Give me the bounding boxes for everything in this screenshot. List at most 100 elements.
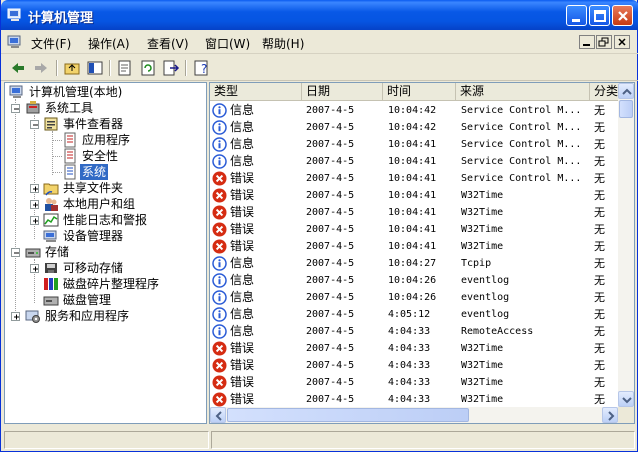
event-row[interactable]: 错误 2007-4-5 10:04:41 W32Time 无 (210, 221, 618, 238)
up-folder-icon[interactable] (63, 59, 81, 77)
console-tree[interactable]: 计算机管理(本地) 系统工具 事件查看器 应用程序 安全性 系统 共享文件夹 本… (4, 82, 207, 424)
column-header-type[interactable]: 类型 (210, 83, 302, 101)
tree-item-system-log[interactable]: 系统 (62, 164, 192, 180)
event-row[interactable]: 错误 2007-4-5 4:04:33 W32Time 无 (210, 374, 618, 391)
event-source: Service Control M... (461, 156, 582, 167)
vertical-scroll-thumb[interactable] (619, 100, 633, 118)
show-tree-icon[interactable] (86, 59, 104, 77)
expand-toggle[interactable] (30, 184, 39, 193)
status-bar (1, 428, 637, 450)
event-row[interactable]: 信息 2007-4-5 10:04:27 Tcpip 无 (210, 255, 618, 272)
event-time: 10:04:26 (388, 292, 437, 303)
vertical-scrollbar[interactable] (618, 83, 634, 407)
event-row[interactable]: 信息 2007-4-5 4:05:12 eventlog 无 (210, 306, 618, 323)
event-row[interactable]: 信息 2007-4-5 4:04:33 RemoteAccess 无 (210, 323, 618, 340)
event-source: W32Time (461, 224, 504, 235)
mdi-restore-button[interactable] (596, 35, 612, 49)
tree-item-computer-management[interactable]: 计算机管理(本地) (9, 84, 199, 100)
event-row[interactable]: 错误 2007-4-5 10:04:41 W32Time 无 (210, 187, 618, 204)
tree-item-event-viewer[interactable]: 事件查看器 (43, 116, 193, 132)
tree-item-device-manager[interactable]: 设备管理器 (43, 228, 193, 244)
event-time: 10:04:41 (388, 190, 437, 201)
horizontal-scrollbar[interactable] (210, 407, 618, 423)
title-bar[interactable]: 计算机管理 (1, 0, 638, 30)
tree-item-shared-folders[interactable]: 共享文件夹 (43, 180, 193, 196)
scroll-corner (618, 407, 634, 423)
event-list[interactable]: 类型 日期 时间 来源 分类 信息 2007-4-5 10:04:42 Service… (209, 82, 635, 424)
column-header-source[interactable]: 来源 (456, 83, 590, 101)
collapse-toggle[interactable] (30, 120, 39, 129)
event-row[interactable]: 错误 2007-4-5 10:04:41 W32Time 无 (210, 204, 618, 221)
forward-icon[interactable] (32, 59, 50, 77)
maximize-button[interactable] (589, 5, 610, 26)
tree-item-storage[interactable]: 存储 (25, 244, 195, 260)
event-time: 10:04:41 (388, 156, 437, 167)
scroll-down-button[interactable] (618, 391, 634, 407)
event-date: 2007-4-5 (306, 275, 355, 286)
defrag-icon (44, 278, 58, 290)
event-row[interactable]: 信息 2007-4-5 10:04:26 eventlog 无 (210, 289, 618, 306)
horizontal-scroll-thumb[interactable] (227, 408, 469, 422)
event-category: 无 (594, 325, 605, 338)
tree-item-services-applications[interactable]: 服务和应用程序 (25, 308, 195, 324)
info-icon (212, 256, 227, 271)
tree-item-security-log[interactable]: 安全性 (62, 148, 192, 164)
scroll-up-button[interactable] (618, 83, 634, 99)
scroll-left-button[interactable] (210, 407, 226, 423)
menu-file[interactable]: 文件(F) (31, 35, 71, 52)
column-header-time[interactable]: 时间 (383, 83, 456, 101)
mdi-close-button[interactable] (614, 35, 630, 49)
refresh-icon[interactable] (139, 59, 157, 77)
tree-item-system-tools[interactable]: 系统工具 (25, 100, 195, 116)
tree-item-local-users[interactable]: 本地用户和组 (43, 196, 193, 212)
minimize-button[interactable] (566, 5, 587, 26)
event-row[interactable]: 错误 2007-4-5 4:04:33 W32Time 无 (210, 391, 618, 408)
tree-item-application-log[interactable]: 应用程序 (62, 132, 192, 148)
event-time: 10:04:41 (388, 224, 437, 235)
tree-item-removable-storage[interactable]: 可移动存储 (43, 260, 193, 276)
event-row[interactable]: 信息 2007-4-5 10:04:41 Service Control M... 无 (210, 153, 618, 170)
menu-action[interactable]: 操作(A) (88, 35, 130, 52)
event-time: 4:04:33 (388, 394, 431, 405)
event-row[interactable]: 信息 2007-4-5 10:04:42 Service Control M... 无 (210, 102, 618, 119)
error-icon (212, 392, 227, 407)
event-category: 无 (594, 376, 605, 389)
mdi-minimize-button[interactable] (579, 35, 595, 49)
column-header-date[interactable]: 日期 (302, 83, 383, 101)
info-icon (212, 324, 227, 339)
svg-text:?: ? (201, 62, 207, 76)
expand-toggle[interactable] (30, 264, 39, 273)
expand-toggle[interactable] (30, 200, 39, 209)
event-category: 无 (594, 359, 605, 372)
event-row[interactable]: 错误 2007-4-5 10:04:41 Service Control M... 无 (210, 170, 618, 187)
properties-icon[interactable] (116, 59, 134, 77)
help-icon[interactable]: ? (193, 59, 211, 77)
expand-toggle[interactable] (30, 216, 39, 225)
event-category: 无 (594, 342, 605, 355)
event-category: 无 (594, 206, 605, 219)
scroll-right-button[interactable] (602, 407, 618, 423)
tree-item-disk-defragmenter[interactable]: 磁盘碎片整理程序 (43, 276, 198, 292)
event-row[interactable]: 信息 2007-4-5 10:04:41 Service Control M... 无 (210, 136, 618, 153)
menu-view[interactable]: 查看(V) (147, 35, 189, 52)
tree-item-disk-management[interactable]: 磁盘管理 (43, 292, 193, 308)
event-row[interactable]: 信息 2007-4-5 10:04:42 Service Control M... 无 (210, 119, 618, 136)
event-row[interactable]: 错误 2007-4-5 10:04:41 W32Time 无 (210, 238, 618, 255)
back-icon[interactable] (9, 59, 27, 77)
menu-window[interactable]: 窗口(W) (205, 35, 250, 52)
event-source: RemoteAccess (461, 326, 534, 337)
collapse-toggle[interactable] (11, 104, 20, 113)
tree-item-performance-logs[interactable]: 性能日志和警报 (43, 212, 193, 228)
event-row[interactable]: 信息 2007-4-5 10:04:26 eventlog 无 (210, 272, 618, 289)
window-title: 计算机管理 (28, 11, 94, 26)
export-list-icon[interactable] (162, 59, 180, 77)
event-time: 10:04:41 (388, 173, 437, 184)
expand-toggle[interactable] (11, 312, 20, 321)
menu-help[interactable]: 帮助(H) (262, 35, 304, 52)
services-icon (25, 310, 40, 323)
event-row[interactable]: 错误 2007-4-5 4:04:33 W32Time 无 (210, 340, 618, 357)
event-row[interactable]: 错误 2007-4-5 4:04:33 W32Time 无 (210, 357, 618, 374)
collapse-toggle[interactable] (11, 248, 20, 257)
computer-management-icon[interactable] (7, 34, 23, 50)
close-button[interactable] (612, 5, 633, 26)
